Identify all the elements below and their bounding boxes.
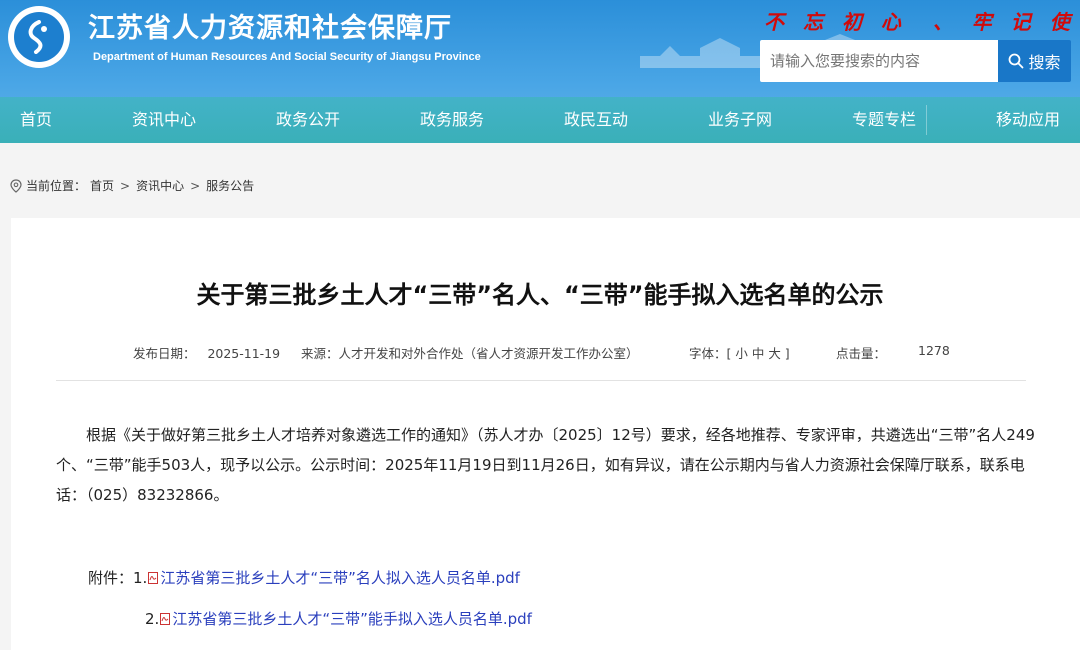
nav-item-home[interactable]: 首页: [20, 97, 52, 143]
click-count: 点击量：: [836, 343, 886, 362]
site-title: 江苏省人力资源和社会保障厅: [88, 13, 452, 44]
emblem-logo[interactable]: [8, 6, 70, 68]
publish-date: 发布日期： 2025-11-19: [133, 343, 280, 362]
source-value: 人才开发和对外合作处（省人才资源开发工作办公室）: [338, 346, 639, 361]
attachment-link[interactable]: 江苏省第三批乡土人才“三带”名人拟入选人员名单.pdf: [160, 567, 520, 588]
breadcrumb: 当前位置： 首页 > 资讯中心 > 服务公告: [10, 177, 258, 194]
attachment-index: 1.: [133, 568, 148, 587]
nav-item-interaction[interactable]: 政民互动: [564, 97, 628, 143]
nav-item-mobile[interactable]: 移动应用: [996, 97, 1060, 143]
breadcrumb-prefix: 当前位置：: [26, 179, 87, 193]
article-source: 来源：人才开发和对外合作处（省人才资源开发工作办公室）: [301, 343, 639, 362]
search-icon: [1009, 53, 1024, 69]
source-label: 来源：: [301, 346, 339, 361]
search-input[interactable]: [760, 40, 998, 82]
attachment-2: 2. 江苏省第三批乡土人才“三带”能手拟入选人员名单.pdf: [145, 608, 532, 629]
article-title: 关于第三批乡土人才“三带”名人、“三带”能手拟入选名单的公示: [196, 281, 884, 309]
search-button[interactable]: 搜索: [998, 40, 1071, 82]
publish-date-value: 2025-11-19: [207, 346, 281, 361]
click-count-label: 点击量：: [836, 346, 887, 361]
nav-item-gov-service[interactable]: 政务服务: [420, 97, 484, 143]
location-pin-icon: [10, 178, 22, 193]
breadcrumb-announcements[interactable]: 服务公告: [206, 177, 254, 194]
pdf-icon: [160, 612, 171, 625]
breadcrumb-home[interactable]: 首页: [90, 177, 114, 194]
main-nav: 首页 资讯中心 政务公开 政务服务 政民互动 业务子网 专题专栏 移动应用: [0, 97, 1080, 143]
site-subtitle: Department of Human Resources And Social…: [93, 51, 481, 63]
click-count-value: 1278: [918, 343, 950, 358]
nav-item-subnet[interactable]: 业务子网: [708, 97, 772, 143]
attachment-index: 2.: [145, 609, 160, 628]
nav-item-gov-open[interactable]: 政务公开: [276, 97, 340, 143]
article-body: 根据《关于做好第三批乡土人才培养对象遴选工作的通知》（苏人才办〔2025〕12号…: [56, 426, 1035, 504]
nav-item-topics[interactable]: 专题专栏: [852, 97, 916, 143]
attachment-1: 附件： 1. 江苏省第三批乡土人才“三带”名人拟入选人员名单.pdf: [88, 567, 520, 588]
search-button-label: 搜索: [1028, 53, 1061, 72]
breadcrumb-separator: >: [120, 178, 131, 193]
nav-divider: [926, 105, 927, 135]
font-size-options[interactable]: [ 小 中 大 ]: [727, 346, 790, 361]
breadcrumb-separator: >: [190, 178, 201, 193]
slogan: 不 忘 初 心 、 牢 记 使 命: [764, 10, 1080, 34]
attachments-label: 附件：: [88, 569, 134, 587]
site-header: 江苏省人力资源和社会保障厅 Department of Human Resour…: [0, 0, 1080, 143]
font-size-label: 字体：: [689, 346, 727, 361]
breadcrumb-news[interactable]: 资讯中心: [136, 177, 184, 194]
pdf-icon: [148, 571, 159, 584]
attachment-link[interactable]: 江苏省第三批乡土人才“三带”能手拟入选人员名单.pdf: [172, 608, 532, 629]
nav-item-news[interactable]: 资讯中心: [132, 97, 196, 143]
publish-date-label: 发布日期：: [133, 346, 196, 361]
meta-divider: [56, 380, 1026, 381]
font-size-control: 字体：[ 小 中 大 ]: [689, 343, 790, 362]
